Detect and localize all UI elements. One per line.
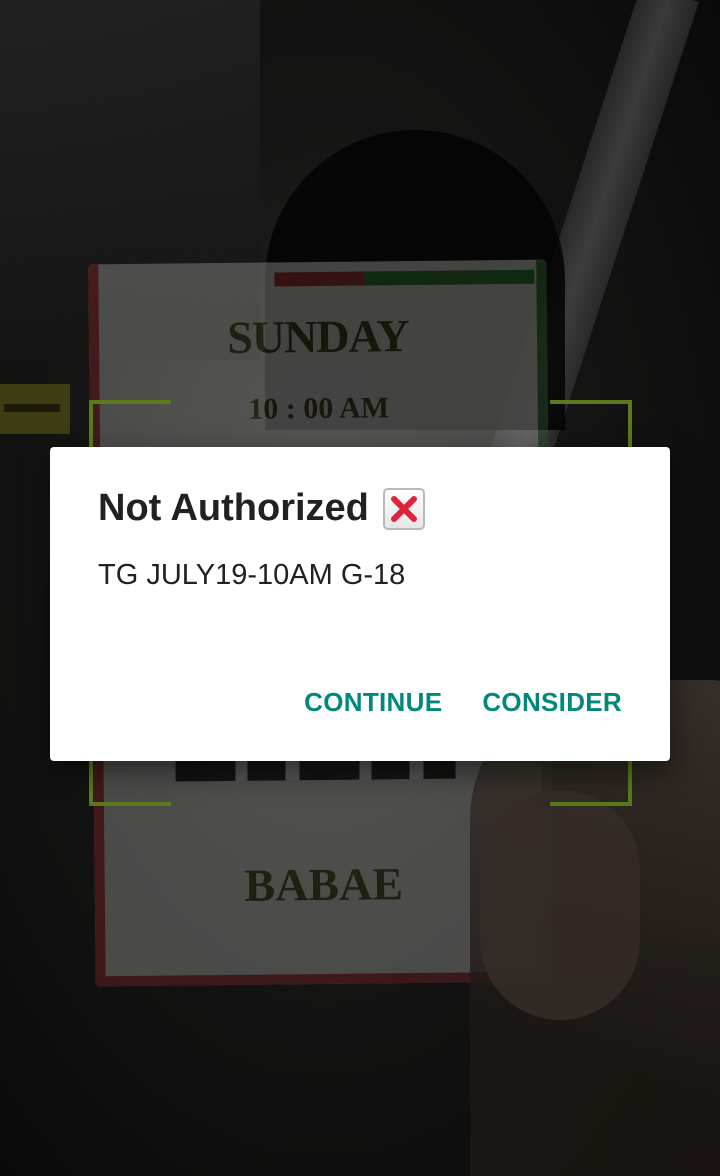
dialog-title: Not Authorized xyxy=(98,487,425,530)
cross-mark-icon xyxy=(382,487,425,530)
dialog-title-text: Not Authorized xyxy=(98,487,369,529)
consider-button[interactable]: CONSIDER xyxy=(462,679,642,726)
dialog-actions: CONTINUE CONSIDER xyxy=(284,679,642,726)
scanner-screen: SUNDAY 10 : 00 AM BABAE Not Authorized T… xyxy=(0,0,720,1176)
not-authorized-dialog: Not Authorized TG JULY19-10AM G-18 CONTI… xyxy=(50,447,670,761)
continue-button[interactable]: CONTINUE xyxy=(284,679,462,726)
dialog-message: TG JULY19-10AM G-18 xyxy=(98,559,406,591)
